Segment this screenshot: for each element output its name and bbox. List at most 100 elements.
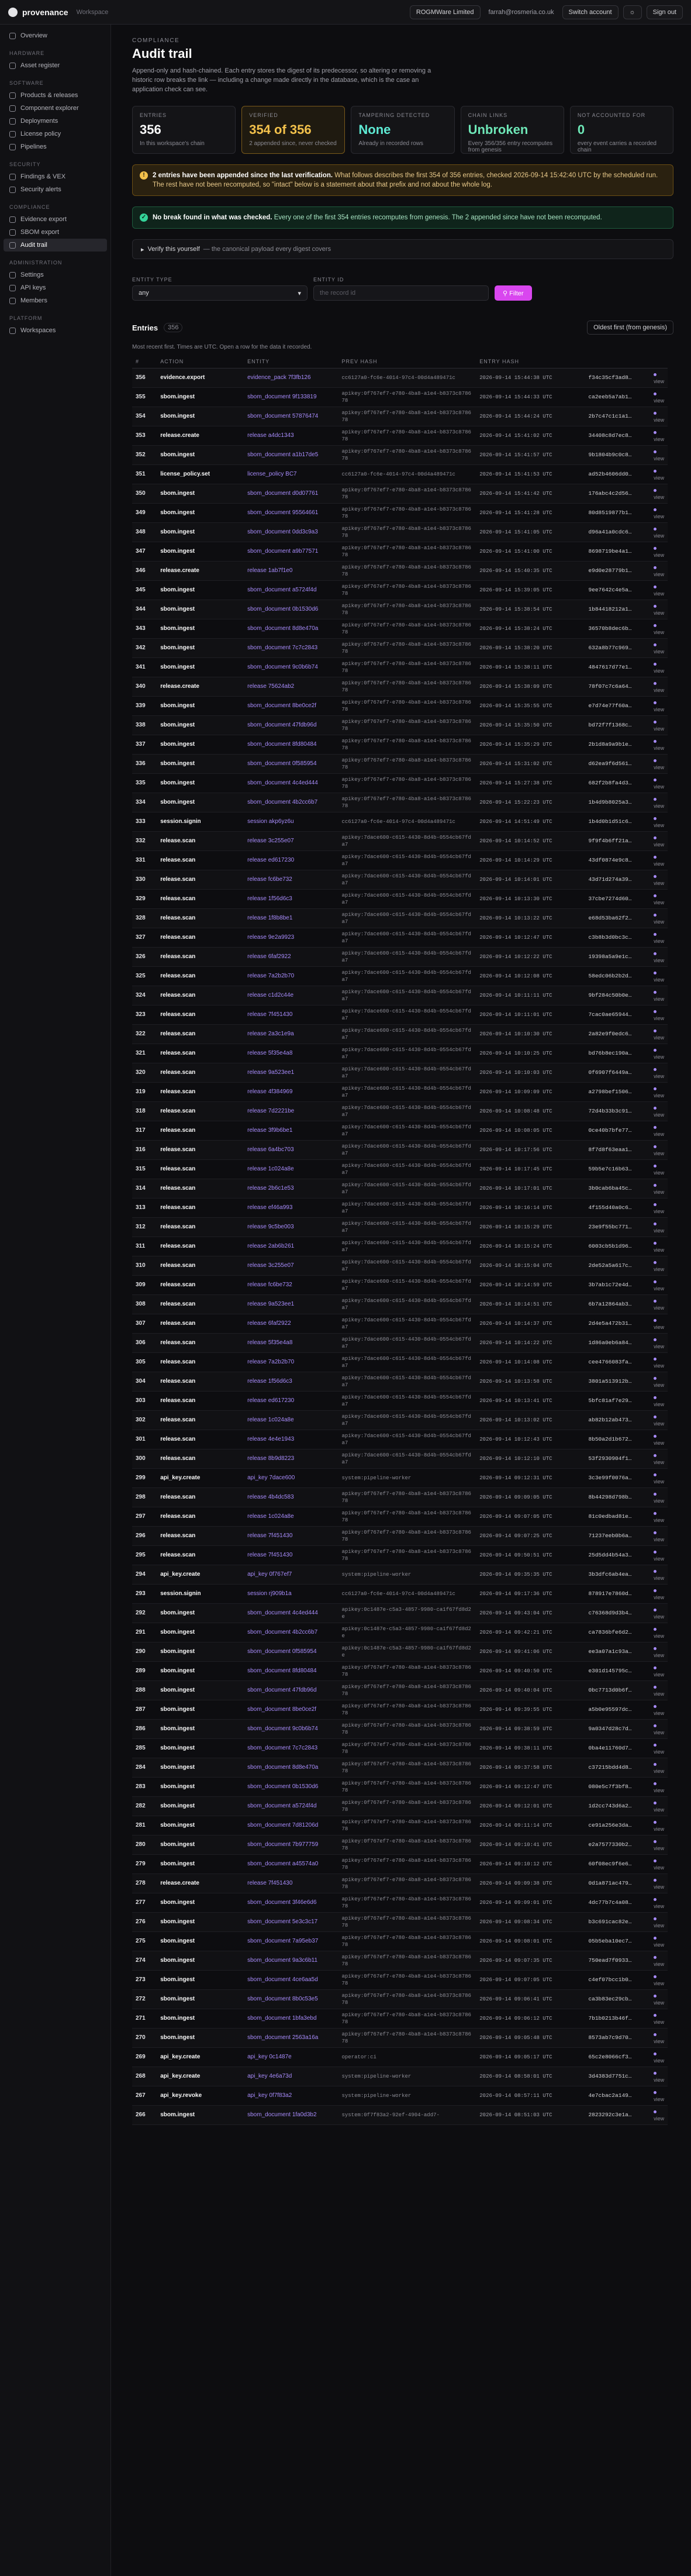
row-entity[interactable]: sbom_document 47fdb96d [244, 715, 338, 735]
row-entity[interactable]: release 5f35e4a8 [244, 1333, 338, 1352]
table-row[interactable]: 356 evidence.export evidence_pack 7f3fb126… [132, 368, 668, 387]
entity-type-select[interactable]: any ▾ [132, 285, 308, 301]
row-entity[interactable]: sbom_document 3f46e6d6 [244, 1893, 338, 1912]
table-row[interactable]: 341 sbom.ingest sbom_document 9c0b6b74 apik… [132, 657, 668, 677]
row-entity[interactable]: sbom_document d0d07761 [244, 484, 338, 503]
row-view-link[interactable]: view [650, 503, 668, 522]
table-row[interactable]: 321 release.scan release 5f35e4a8 apikey:7d… [132, 1044, 668, 1063]
row-view-link[interactable]: view [650, 831, 668, 850]
row-entity[interactable]: sbom_document 4c4ed444 [244, 773, 338, 793]
row-view-link[interactable]: view [650, 1854, 668, 1874]
table-row[interactable]: 277 sbom.ingest sbom_document 3f46e6d6 apik… [132, 1893, 668, 1912]
row-entity[interactable]: sbom_document 95564661 [244, 503, 338, 522]
sidebar-item-evidence-export[interactable]: Evidence export [0, 213, 110, 226]
row-entity[interactable]: session akp6yz6u [244, 812, 338, 831]
sidebar-item-audit-trail[interactable]: Audit trail [4, 239, 107, 252]
row-view-link[interactable]: view [650, 1044, 668, 1063]
table-row[interactable]: 331 release.scan release ed617230 apikey:7d… [132, 850, 668, 870]
table-row[interactable]: 289 sbom.ingest sbom_document 8fd80484 apik… [132, 1661, 668, 1680]
table-row[interactable]: 351 license_policy.set license_policy BC7 c… [132, 464, 668, 484]
row-view-link[interactable]: view [650, 1275, 668, 1294]
table-row[interactable]: 354 sbom.ingest sbom_document 57876474 apik… [132, 407, 668, 426]
row-entity[interactable]: sbom_document 4b2cc6b7 [244, 793, 338, 812]
row-view-link[interactable]: view [650, 1237, 668, 1256]
row-view-link[interactable]: view [650, 426, 668, 445]
row-view-link[interactable]: view [650, 947, 668, 966]
row-entity[interactable]: release 7f451430 [244, 1526, 338, 1545]
row-view-link[interactable]: view [650, 2067, 668, 2086]
row-entity[interactable]: release 1c024a8e [244, 1159, 338, 1179]
row-entity[interactable]: sbom_document 9a3c6b11 [244, 1951, 338, 1970]
row-view-link[interactable]: view [650, 773, 668, 793]
row-view-link[interactable]: view [650, 1256, 668, 1275]
row-view-link[interactable]: view [650, 850, 668, 870]
table-row[interactable]: 298 release.scan release 4b4dc583 apikey:0f… [132, 1487, 668, 1507]
table-row[interactable]: 282 sbom.ingest sbom_document a5724f4d apik… [132, 1796, 668, 1816]
row-entity[interactable]: release 6a4bc703 [244, 1140, 338, 1159]
row-view-link[interactable]: view [650, 1159, 668, 1179]
table-row[interactable]: 323 release.scan release 7f451430 apikey:7d… [132, 1005, 668, 1024]
row-view-link[interactable]: view [650, 754, 668, 773]
row-entity[interactable]: sbom_document 9c0b6b74 [244, 657, 338, 677]
row-entity[interactable]: sbom_document a45574a0 [244, 1854, 338, 1874]
table-row[interactable]: 280 sbom.ingest sbom_document 7b977759 apik… [132, 1835, 668, 1854]
sidebar-item-overview[interactable]: Overview [0, 29, 110, 42]
row-view-link[interactable]: view [650, 1314, 668, 1333]
row-view-link[interactable]: view [650, 1874, 668, 1893]
row-view-link[interactable]: view [650, 715, 668, 735]
row-view-link[interactable]: view [650, 1352, 668, 1372]
table-row[interactable]: 328 release.scan release 1f8b8be1 apikey:7d… [132, 908, 668, 928]
row-entity[interactable]: api_key 0f7f83a2 [244, 2086, 338, 2105]
row-entity[interactable]: release fc6be732 [244, 870, 338, 889]
row-entity[interactable]: sbom_document 0b1530d6 [244, 1777, 338, 1796]
row-entity[interactable]: release 4b4dc583 [244, 1487, 338, 1507]
table-row[interactable]: 327 release.scan release 9e2a9923 apikey:7d… [132, 928, 668, 947]
org-switcher[interactable]: ROGMWare Limited [409, 5, 481, 19]
row-entity[interactable]: release 1ab7f1e0 [244, 561, 338, 580]
table-row[interactable]: 343 sbom.ingest sbom_document 8d8e470a apik… [132, 619, 668, 638]
table-row[interactable]: 318 release.scan release 7d2221be apikey:7d… [132, 1101, 668, 1121]
table-row[interactable]: 350 sbom.ingest sbom_document d0d07761 apik… [132, 484, 668, 503]
row-entity[interactable]: release 3f9b6be1 [244, 1121, 338, 1140]
table-row[interactable]: 290 sbom.ingest sbom_document 0f585954 apik… [132, 1642, 668, 1661]
row-entity[interactable]: sbom_document 9f133819 [244, 387, 338, 407]
table-row[interactable]: 348 sbom.ingest sbom_document 0dd3c9a3 apik… [132, 522, 668, 542]
row-view-link[interactable]: view [650, 1121, 668, 1140]
row-entity[interactable]: sbom_document a9b77571 [244, 542, 338, 561]
row-entity[interactable]: sbom_document 0f585954 [244, 754, 338, 773]
row-entity[interactable]: release 9a523ee1 [244, 1294, 338, 1314]
row-entity[interactable]: api_key 0c1487e [244, 2047, 338, 2067]
sidebar-item-settings[interactable]: Settings [0, 268, 110, 281]
table-row[interactable]: 310 release.scan release 3c255e07 apikey:7d… [132, 1256, 668, 1275]
row-entity[interactable]: release ed617230 [244, 1391, 338, 1410]
row-view-link[interactable]: view [650, 2047, 668, 2067]
row-view-link[interactable]: view [650, 812, 668, 831]
row-entity[interactable]: release 3c255e07 [244, 831, 338, 850]
row-entity[interactable]: api_key 7dace600 [244, 1468, 338, 1487]
table-row[interactable]: 300 release.scan release 8b9d8223 apikey:7d… [132, 1449, 668, 1468]
row-view-link[interactable]: view [650, 1526, 668, 1545]
table-row[interactable]: 267 api_key.revoke api_key 0f7f83a2 system:… [132, 2086, 668, 2105]
row-entity[interactable]: sbom_document a1b17de5 [244, 445, 338, 464]
verify-yourself-toggle[interactable]: ▸ Verify this yourself — the canonical p… [132, 239, 673, 259]
table-row[interactable]: 347 sbom.ingest sbom_document a9b77571 apik… [132, 542, 668, 561]
app-logo[interactable]: provenance [22, 8, 68, 17]
table-row[interactable]: 345 sbom.ingest sbom_document a5724f4d apik… [132, 580, 668, 600]
table-row[interactable]: 306 release.scan release 5f35e4a8 apikey:7d… [132, 1333, 668, 1352]
row-view-link[interactable]: view [650, 1816, 668, 1835]
table-row[interactable]: 302 release.scan release 1c024a8e apikey:7d… [132, 1410, 668, 1430]
row-entity[interactable]: license_policy BC7 [244, 464, 338, 484]
row-entity[interactable]: release 8b9d8223 [244, 1449, 338, 1468]
sidebar-item-deployments[interactable]: Deployments [0, 115, 110, 128]
sort-order-button[interactable]: Oldest first (from genesis) [587, 321, 673, 335]
row-view-link[interactable]: view [650, 1989, 668, 2009]
row-view-link[interactable]: view [650, 657, 668, 677]
table-row[interactable]: 329 release.scan release 1f56d6c3 apikey:7d… [132, 889, 668, 908]
row-view-link[interactable]: view [650, 1603, 668, 1623]
table-row[interactable]: 325 release.scan release 7a2b2b70 apikey:7d… [132, 966, 668, 986]
row-entity[interactable]: release 7f451430 [244, 1874, 338, 1893]
row-view-link[interactable]: view [650, 1198, 668, 1217]
sidebar-item-findings-vex[interactable]: Findings & VEX [0, 170, 110, 183]
row-view-link[interactable]: view [650, 889, 668, 908]
table-row[interactable]: 317 release.scan release 3f9b6be1 apikey:7d… [132, 1121, 668, 1140]
